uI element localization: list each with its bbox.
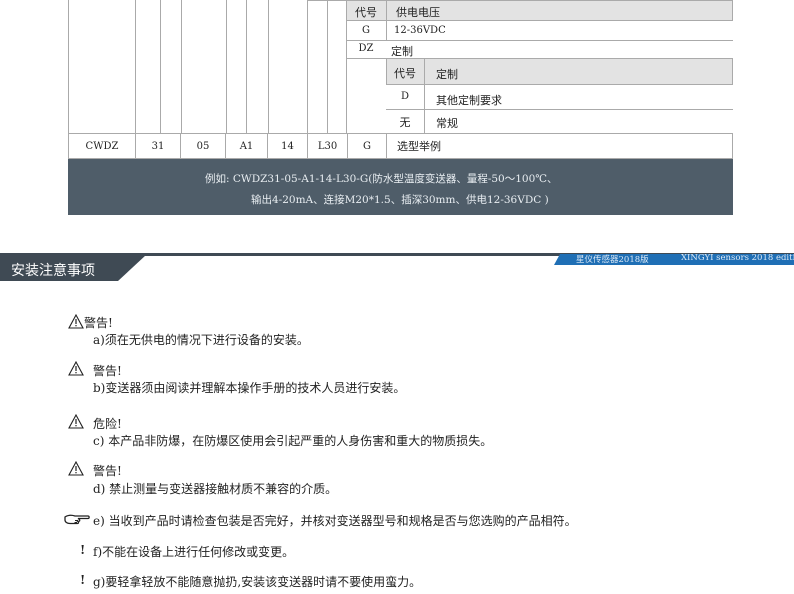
- example-cell: L30: [308, 134, 348, 158]
- table-column-line: [68, 0, 69, 133]
- voltage-option-code: DZ: [358, 43, 374, 54]
- example-cell: CWDZ: [69, 134, 136, 158]
- table-column-line: [226, 0, 227, 133]
- example-cell: 31: [136, 134, 181, 158]
- note-title: 警告!: [93, 464, 122, 478]
- note-text: c) 本产品非防爆，在防爆区使用会引起严重的人身伤害和重大的物质损失。: [93, 434, 493, 448]
- note-text: e) 当收到产品时请检查包装是否完好，并核对变送器型号和规格是否与您选购的产品相…: [93, 514, 577, 528]
- example-cell: G: [348, 134, 387, 158]
- table-column-line: [386, 0, 387, 40]
- custom-option-code: 无: [399, 116, 411, 129]
- table-column-line: [327, 0, 328, 133]
- custom-header-label: 定制: [436, 68, 458, 81]
- voltage-option-label: 12-36VDC: [394, 25, 446, 36]
- custom-header-code: 代号: [394, 67, 416, 80]
- note-text: b)变送器须由阅读并理解本操作手册的技术人员进行安装。: [93, 381, 406, 395]
- voltage-header-label: 供电电压: [396, 6, 440, 19]
- brand-label-en: XINGYI sensors 2018 edition: [681, 253, 794, 263]
- pointing-hand-icon: [64, 514, 90, 525]
- voltage-option-code: G: [362, 25, 370, 36]
- example-cell: 选型举例: [397, 140, 441, 153]
- warning-triangle-icon: [68, 414, 84, 429]
- note-text: f)不能在设备上进行任何修改或变更。: [93, 545, 295, 559]
- example-cell: 14: [268, 134, 308, 158]
- table-column-line: [160, 0, 161, 133]
- note-text: d) 禁止测量与变送器接触材质不兼容的介质。: [93, 482, 338, 496]
- table-column-line: [424, 58, 425, 133]
- table-row-line: [346, 40, 733, 41]
- note-text: a)须在无供电的情况下进行设备的安装。: [93, 333, 309, 347]
- warning-triangle-icon: [68, 461, 84, 476]
- custom-option-code: D: [400, 91, 410, 102]
- table-column-line: [307, 0, 308, 133]
- voltage-header-code: 代号: [355, 6, 377, 19]
- table-row-line: [346, 58, 386, 59]
- table-column-line: [246, 0, 247, 133]
- brand-label-cn: 星仪传感器2018版: [576, 255, 649, 265]
- note-title: 危险!: [93, 417, 122, 431]
- example-line-1: 例如: CWDZ31-05-A1-14-L30-G(防水型温度变送器、量程-50…: [205, 173, 558, 185]
- exclamation-mark: !: [80, 573, 86, 587]
- example-description-box: 例如: CWDZ31-05-A1-14-L30-G(防水型温度变送器、量程-50…: [68, 159, 733, 215]
- selection-example-row: CWDZ 31 05 A1 14 L30 G 选型举例: [68, 133, 733, 159]
- table-column-line: [135, 0, 136, 133]
- example-line-2: 输出4-20mA、连接M20*1.5、插深30mm、供电12-36VDC ): [251, 194, 549, 206]
- note-text: g)要轻拿轻放不能随意抛扔,安装该变送器时请不要使用蛮力。: [93, 575, 422, 589]
- table-row-line: [307, 0, 348, 1]
- warning-triangle-icon: [68, 314, 84, 329]
- note-title: 警告!: [84, 316, 113, 330]
- voltage-option-label: 定制: [391, 45, 413, 58]
- table-column-line: [268, 0, 269, 133]
- custom-option-label: 其他定制要求: [436, 94, 502, 107]
- warning-triangle-icon: [68, 361, 84, 376]
- table-column-line: [181, 0, 182, 133]
- section-title-tab: 安装注意事项: [0, 255, 146, 281]
- example-cell: 05: [181, 134, 226, 158]
- section-title: 安装注意事项: [11, 263, 95, 279]
- note-title: 警告!: [93, 364, 122, 378]
- custom-option-label: 常规: [436, 117, 458, 130]
- table-row-line: [386, 109, 733, 110]
- exclamation-mark: !: [80, 543, 86, 557]
- example-cell: A1: [226, 134, 268, 158]
- brand-strip: 星仪传感器2018版 XINGYI sensors 2018 edition: [554, 254, 794, 265]
